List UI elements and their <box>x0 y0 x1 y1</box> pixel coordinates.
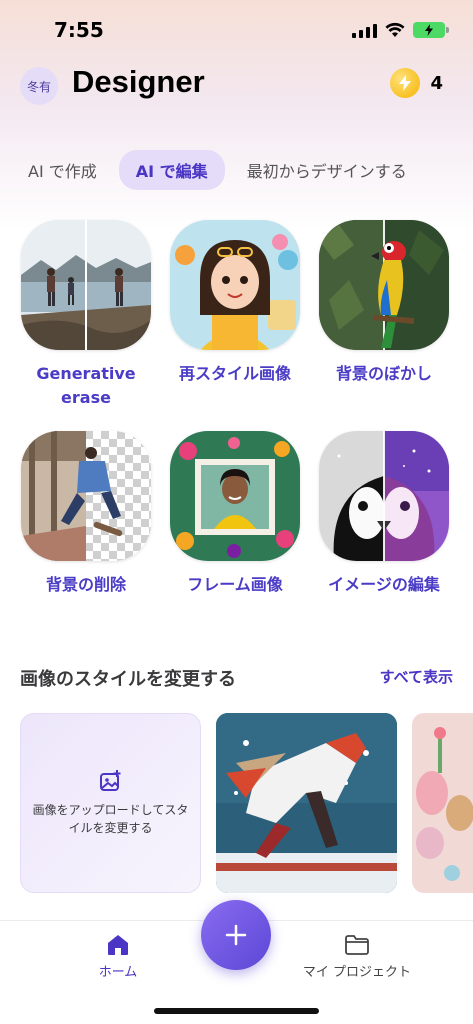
section-title: 画像のスタイルを変更する <box>20 669 236 690</box>
generative-erase-thumbnail <box>21 220 151 350</box>
folder-icon <box>345 935 369 955</box>
create-button[interactable] <box>201 900 271 970</box>
feature-label: フレーム画像 <box>187 575 283 594</box>
image-add-icon <box>99 770 120 791</box>
style-card-fantasy-garden[interactable] <box>412 713 473 893</box>
status-bar: 7:55 <box>0 0 473 60</box>
background-remove-thumbnail <box>21 431 151 561</box>
wifi-icon <box>385 22 405 37</box>
nav-projects-label: マイ プロジェクト <box>302 965 412 980</box>
lightning-coin-icon <box>390 68 421 98</box>
credits-indicator[interactable]: 4 <box>390 68 443 98</box>
home-indicator <box>154 1008 319 1014</box>
avatar[interactable]: 冬有 <box>20 67 58 105</box>
feature-label: 再スタイル画像 <box>178 364 291 383</box>
feature-label: 背景のぼかし <box>335 364 432 383</box>
upload-text: 画像をアップロードしてスタイルを変更する <box>32 803 189 835</box>
home-icon <box>108 935 128 955</box>
mode-tabs: AI で作成 AI で編集 最初からデザインする <box>28 150 468 190</box>
feature-restyle-image[interactable]: 再スタイル画像 <box>160 220 310 386</box>
tab-design-from-scratch[interactable]: 最初からデザインする <box>247 158 407 182</box>
signal-icon <box>352 22 377 38</box>
status-icons <box>352 22 449 38</box>
restyle-image-thumbnail <box>170 220 300 350</box>
battery-icon <box>413 22 449 38</box>
tab-edit-with-ai[interactable]: AI で編集 <box>118 150 225 190</box>
app-header: 冬有 Designer 4 <box>0 60 473 110</box>
feature-generative-erase[interactable]: Generative erase <box>11 220 161 410</box>
status-time: 7:55 <box>54 18 104 42</box>
style-card-geometric-horse[interactable] <box>216 713 397 893</box>
background-blur-thumbnail <box>319 220 449 350</box>
frame-image-thumbnail <box>170 431 300 561</box>
image-edit-thumbnail <box>319 431 449 561</box>
nav-my-projects[interactable]: マイ プロジェクト <box>292 933 422 980</box>
feature-background-blur[interactable]: 背景のぼかし <box>309 220 459 386</box>
feature-background-remove[interactable]: 背景の削除 <box>11 431 161 597</box>
feature-frame-image[interactable]: フレーム画像 <box>160 431 310 597</box>
nav-home[interactable]: ホーム <box>92 933 144 980</box>
feature-label: Generative erase <box>36 364 136 407</box>
feature-label: イメージの編集 <box>328 575 440 594</box>
see-all-link[interactable]: すべて表示 <box>380 666 453 687</box>
feature-label: 背景の削除 <box>45 575 126 594</box>
credit-count: 4 <box>430 72 443 94</box>
app-title: Designer <box>72 64 205 99</box>
nav-home-label: ホーム <box>98 965 138 980</box>
feature-image-edit[interactable]: イメージの編集 <box>309 431 459 597</box>
upload-image-card[interactable]: 画像をアップロードしてスタイルを変更する <box>20 713 201 893</box>
plus-icon <box>225 924 247 946</box>
tab-create-with-ai[interactable]: AI で作成 <box>28 158 97 182</box>
